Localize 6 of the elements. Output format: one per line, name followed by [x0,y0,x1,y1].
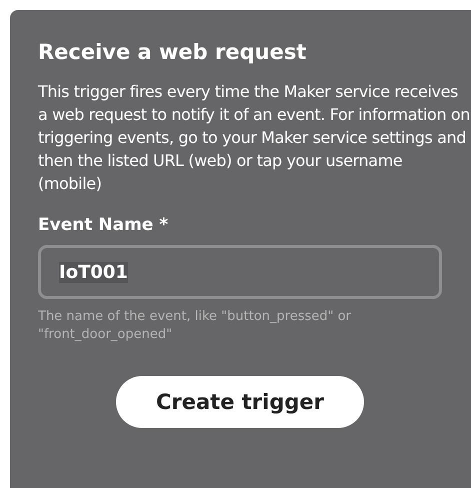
description-text: This trigger fires every time the Maker service receives a web request to notify it of an event. For information on triggering events, go to your Maker service settings and then the listed URL (web) or tap your username (mobile) [38,81,470,195]
create-trigger-button[interactable]: Create trigger [116,376,364,428]
card-title: Receive a web request [38,40,308,64]
input-field[interactable]: IoT001 [38,245,442,299]
field-label: Event Name * [38,215,170,235]
help-text: The name of the event, like "button_pressed" or "front_door_opened" [38,308,352,344]
